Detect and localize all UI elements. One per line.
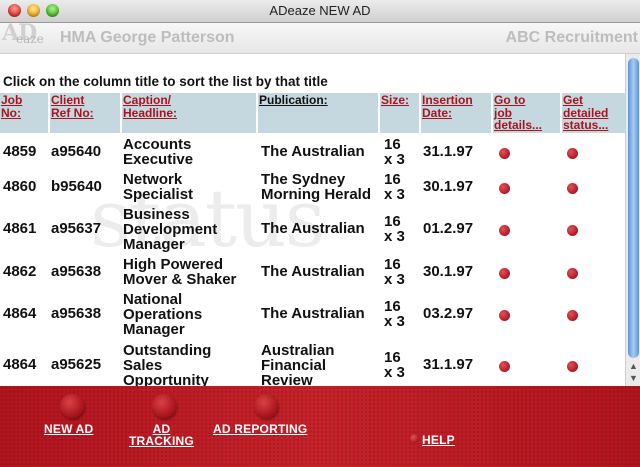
ad-reporting-link[interactable]: AD REPORTING [213,423,307,435]
scroll-down-arrow-icon[interactable]: ▼ [629,374,638,383]
job-number: 4860 [3,178,37,195]
column-header-label[interactable]: Go to job details... [494,94,542,132]
column-header-size[interactable]: Size: [380,93,419,133]
logo-wordmark: eaze [16,32,44,46]
footer-nav: NEW AD AD TRACKING AD REPORTING HELP [0,386,640,467]
client-ref: a95637 [51,220,102,237]
column-header-label[interactable]: Job No: [1,94,22,119]
agency-name: HMA George Patterson [60,29,235,46]
publication: The Australian [261,220,365,237]
column-header-label[interactable]: Client Ref No: [51,94,94,119]
client-ref: a95638 [51,263,102,280]
publication: The Australian [261,143,365,160]
column-header-label[interactable]: Size: [381,94,409,107]
help-link[interactable]: HELP [422,434,455,446]
sort-instruction: Click on the column title to sort the li… [3,74,328,89]
column-header-client-ref[interactable]: Client Ref No: [50,93,120,133]
scroll-up-arrow-icon[interactable]: ▲ [629,362,638,371]
caption: High Powered Mover & Shaker [123,256,237,288]
column-header-insertion-date[interactable]: Insertion Date: [421,93,491,133]
get-status-button[interactable] [567,148,578,159]
help-button[interactable] [410,434,419,443]
go-to-job-details-button[interactable] [499,310,510,321]
ad-size: 16 x 3 [384,349,405,381]
window-titlebar: ADeaze NEW AD [0,0,640,23]
ad-tracking-link[interactable]: AD TRACKING [129,423,194,447]
publication: The Australian [261,305,365,322]
get-status-button[interactable] [567,310,578,321]
column-header-publication[interactable]: Publication: [258,93,378,133]
go-to-job-details-button[interactable] [499,268,510,279]
client-ref: a95640 [51,143,102,160]
job-number: 4864 [3,305,37,322]
job-list-panel: status Click on the column title to sort… [0,54,625,386]
client-ref: a95625 [51,356,102,373]
job-number: 4859 [3,143,37,160]
column-header-label[interactable]: Get detailed status... [563,94,608,132]
caption: National Operations Manager [123,291,203,338]
insertion-date: 30.1.97 [423,178,474,195]
insertion-date: 30.1.97 [423,263,474,280]
publication: The Australian [261,263,365,280]
column-header-label[interactable]: Insertion Date: [422,94,473,119]
ad-size: 16 x 3 [384,171,405,203]
caption: Network Specialist [123,171,194,203]
ad-size: 16 x 3 [384,213,405,245]
insertion-date: 31.1.97 [423,143,474,160]
vertical-scrollbar[interactable]: ▲ ▼ [625,54,640,386]
publication: Australian Financial Review [261,342,335,386]
client-ref: a95638 [51,305,102,322]
insertion-date: 01.2.97 [423,220,474,237]
column-header-caption[interactable]: Caption/ Headline: [122,93,256,133]
new-ad-button[interactable] [60,394,84,418]
go-to-job-details-button[interactable] [499,225,510,236]
ad-size: 16 x 3 [384,136,405,168]
company-name: ABC Recruitment [505,29,638,46]
get-status-button[interactable] [567,225,578,236]
column-header-label[interactable]: Caption/ Headline: [123,94,177,119]
client-ref: b95640 [51,178,102,195]
new-ad-link[interactable]: NEW AD [44,423,93,435]
column-header-label[interactable]: Publication: [259,94,328,107]
ad-size: 16 x 3 [384,298,405,330]
get-status-button[interactable] [567,268,578,279]
caption: Accounts Executive [123,136,194,168]
ad-reporting-button[interactable] [254,394,278,418]
caption: Business Development Manager [123,206,218,253]
get-status-button[interactable] [567,183,578,194]
get-status-button[interactable] [567,361,578,372]
header-banner: AD eaze HMA George Patterson ABC Recruit… [0,20,640,54]
caption: Outstanding Sales Opportunity [123,342,212,386]
go-to-job-details-button[interactable] [499,361,510,372]
column-header-job-no[interactable]: Job No: [0,93,48,133]
go-to-job-details-button[interactable] [499,183,510,194]
column-header-go-to-job[interactable]: Go to job details... [493,93,560,133]
ad-size: 16 x 3 [384,256,405,288]
insertion-date: 03.2.97 [423,305,474,322]
job-number: 4861 [3,220,37,237]
column-header-get-status[interactable]: Get detailed status... [562,93,625,133]
ad-tracking-button[interactable] [152,394,176,418]
scrollbar-thumb[interactable] [628,58,639,358]
publication: The Sydney Morning Herald [261,171,372,203]
window-title: ADeaze NEW AD [269,3,371,18]
insertion-date: 31.1.97 [423,356,474,373]
go-to-job-details-button[interactable] [499,148,510,159]
job-number: 4864 [3,356,37,373]
job-number: 4862 [3,263,37,280]
